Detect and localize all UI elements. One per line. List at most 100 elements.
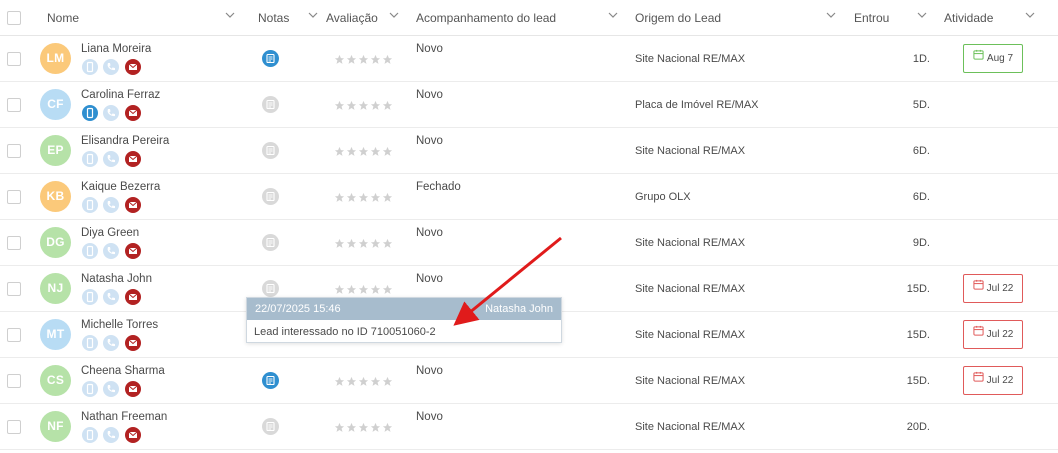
note-icon[interactable] [262,418,279,435]
star-icon[interactable] [358,422,369,433]
star-icon[interactable] [334,284,345,295]
email-icon[interactable] [125,243,141,259]
mobile-icon[interactable] [82,151,98,167]
mobile-icon[interactable] [82,381,98,397]
note-icon[interactable] [262,142,279,159]
phone-icon[interactable] [103,335,119,351]
email-icon[interactable] [125,335,141,351]
email-icon[interactable] [125,105,141,121]
email-icon[interactable] [125,151,141,167]
phone-icon[interactable] [103,243,119,259]
phone-icon[interactable] [103,381,119,397]
table-row[interactable]: KB Kaique Bezerra Fechado Grupo OLX 6D. [0,174,1058,220]
email-icon[interactable] [125,289,141,305]
row-checkbox[interactable] [7,52,21,66]
star-icon[interactable] [346,376,357,387]
star-icon[interactable] [382,376,393,387]
chevron-down-icon[interactable] [1025,10,1035,20]
lead-name[interactable]: Natasha John [81,273,152,285]
lead-name[interactable]: Carolina Ferraz [81,89,160,101]
row-checkbox[interactable] [7,282,21,296]
column-header-origem[interactable]: Origem do Lead [635,11,721,25]
star-icon[interactable] [382,100,393,111]
lead-name[interactable]: Kaique Bezerra [81,181,160,193]
chevron-down-icon[interactable] [608,10,618,20]
select-all-checkbox[interactable] [7,11,21,25]
column-header-entrou[interactable]: Entrou [854,11,889,25]
star-icon[interactable] [358,100,369,111]
star-icon[interactable] [370,100,381,111]
phone-icon[interactable] [103,151,119,167]
table-row[interactable]: DG Diya Green Novo Site Nacional RE/MAX 9D. [0,220,1058,266]
phone-icon[interactable] [103,197,119,213]
table-row[interactable]: LM Liana Moreira Novo Site Nacional RE/MAX 1… [0,36,1058,82]
star-icon[interactable] [334,238,345,249]
note-icon[interactable] [262,96,279,113]
mobile-icon[interactable] [82,427,98,443]
mobile-icon[interactable] [82,59,98,75]
star-icon[interactable] [382,238,393,249]
table-row[interactable]: CS Cheena Sharma Novo Site Nacional RE/MAX 1… [0,358,1058,404]
column-header-notas[interactable]: Notas [258,11,289,25]
phone-icon[interactable] [103,427,119,443]
mobile-icon[interactable] [82,335,98,351]
star-icon[interactable] [382,284,393,295]
table-row[interactable]: NF Nathan Freeman Novo Site Nacional RE/MAX… [0,404,1058,450]
star-icon[interactable] [370,284,381,295]
note-icon[interactable] [262,188,279,205]
star-icon[interactable] [334,422,345,433]
star-icon[interactable] [358,376,369,387]
activity-button[interactable]: Aug 7 [963,44,1023,73]
star-icon[interactable] [358,284,369,295]
star-icon[interactable] [334,54,345,65]
star-icon[interactable] [346,422,357,433]
chevron-down-icon[interactable] [826,10,836,20]
mobile-icon[interactable] [82,243,98,259]
star-icon[interactable] [358,238,369,249]
chevron-down-icon[interactable] [225,10,235,20]
mobile-icon[interactable] [82,289,98,305]
email-icon[interactable] [125,59,141,75]
star-icon[interactable] [334,376,345,387]
star-icon[interactable] [370,238,381,249]
email-icon[interactable] [125,381,141,397]
table-row[interactable]: CF Carolina Ferraz Novo Placa de Imóvel RE/… [0,82,1058,128]
lead-name[interactable]: Nathan Freeman [81,411,167,423]
row-checkbox[interactable] [7,236,21,250]
column-header-acompanhamento[interactable]: Acompanhamento do lead [416,11,556,25]
lead-name[interactable]: Cheena Sharma [81,365,165,377]
mobile-icon[interactable] [82,197,98,213]
phone-icon[interactable] [103,105,119,121]
lead-name[interactable]: Michelle Torres [81,319,158,331]
star-icon[interactable] [334,146,345,157]
email-icon[interactable] [125,427,141,443]
star-icon[interactable] [370,146,381,157]
row-checkbox[interactable] [7,374,21,388]
star-icon[interactable] [358,146,369,157]
star-icon[interactable] [370,376,381,387]
star-icon[interactable] [334,100,345,111]
star-icon[interactable] [358,54,369,65]
lead-name[interactable]: Liana Moreira [81,43,151,55]
star-icon[interactable] [346,192,357,203]
activity-button[interactable]: Jul 22 [963,274,1023,303]
chevron-down-icon[interactable] [308,10,318,20]
star-icon[interactable] [382,54,393,65]
star-icon[interactable] [346,238,357,249]
column-header-atividade[interactable]: Atividade [944,11,993,25]
activity-button[interactable]: Jul 22 [963,320,1023,349]
lead-name[interactable]: Diya Green [81,227,139,239]
star-icon[interactable] [346,146,357,157]
star-icon[interactable] [346,54,357,65]
row-checkbox[interactable] [7,98,21,112]
chevron-down-icon[interactable] [389,10,399,20]
star-icon[interactable] [382,422,393,433]
star-icon[interactable] [382,146,393,157]
mobile-icon[interactable] [82,105,98,121]
chevron-down-icon[interactable] [917,10,927,20]
row-checkbox[interactable] [7,190,21,204]
row-checkbox[interactable] [7,420,21,434]
star-icon[interactable] [358,192,369,203]
column-header-avaliacao[interactable]: Avaliação [326,11,378,25]
star-icon[interactable] [346,284,357,295]
